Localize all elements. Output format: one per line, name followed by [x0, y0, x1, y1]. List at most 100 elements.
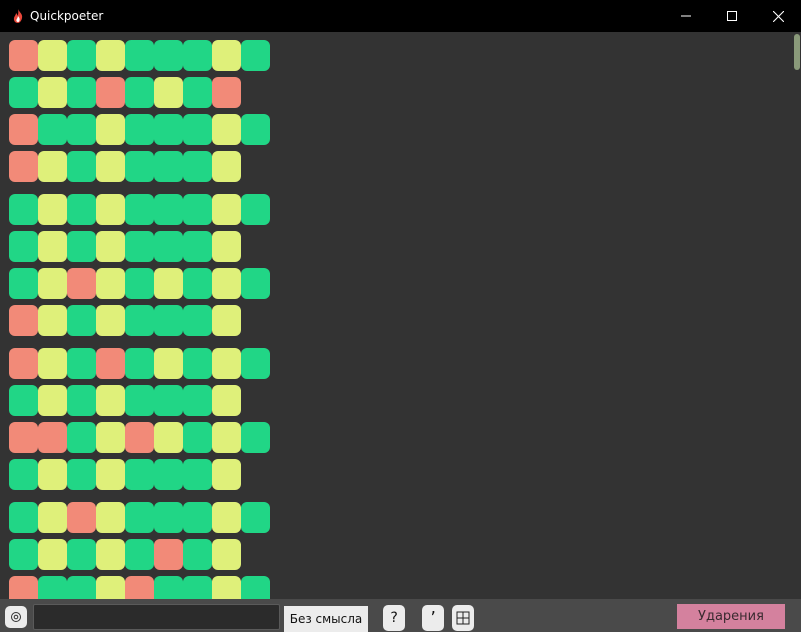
unstressed-syllable[interactable]	[183, 231, 212, 262]
ambiguous-syllable[interactable]	[154, 77, 183, 108]
unstressed-syllable[interactable]	[125, 459, 154, 490]
unstressed-syllable[interactable]	[38, 114, 67, 145]
ambiguous-syllable[interactable]	[154, 268, 183, 299]
unstressed-syllable[interactable]	[154, 194, 183, 225]
minimize-button[interactable]	[663, 0, 709, 32]
unstressed-syllable[interactable]	[9, 194, 38, 225]
unstressed-syllable[interactable]	[125, 539, 154, 570]
stressed-syllable[interactable]	[38, 422, 67, 453]
stressed-syllable[interactable]	[9, 305, 38, 336]
ambiguous-syllable[interactable]	[96, 151, 125, 182]
stressed-syllable[interactable]	[154, 539, 183, 570]
unstressed-syllable[interactable]	[154, 385, 183, 416]
unstressed-syllable[interactable]	[183, 305, 212, 336]
stressed-syllable[interactable]	[212, 77, 241, 108]
unstressed-syllable[interactable]	[125, 114, 154, 145]
stressed-syllable[interactable]	[9, 422, 38, 453]
ambiguous-syllable[interactable]	[212, 422, 241, 453]
unstressed-syllable[interactable]	[67, 77, 96, 108]
unstressed-syllable[interactable]	[125, 502, 154, 533]
stressed-syllable[interactable]	[9, 348, 38, 379]
ambiguous-syllable[interactable]	[96, 539, 125, 570]
unstressed-syllable[interactable]	[67, 305, 96, 336]
unstressed-syllable[interactable]	[67, 459, 96, 490]
ambiguous-syllable[interactable]	[38, 385, 67, 416]
stressed-syllable[interactable]	[9, 40, 38, 71]
ambiguous-syllable[interactable]	[38, 77, 67, 108]
unstressed-syllable[interactable]	[183, 40, 212, 71]
unstressed-syllable[interactable]	[183, 385, 212, 416]
unstressed-syllable[interactable]	[125, 40, 154, 71]
ambiguous-syllable[interactable]	[212, 305, 241, 336]
ambiguous-syllable[interactable]	[212, 194, 241, 225]
unstressed-syllable[interactable]	[183, 502, 212, 533]
ambiguous-syllable[interactable]	[96, 459, 125, 490]
ambiguous-syllable[interactable]	[38, 539, 67, 570]
ambiguous-syllable[interactable]	[212, 502, 241, 533]
maximize-button[interactable]	[709, 0, 755, 32]
unstressed-syllable[interactable]	[183, 151, 212, 182]
ambiguous-syllable[interactable]	[154, 422, 183, 453]
unstressed-syllable[interactable]	[67, 539, 96, 570]
unstressed-syllable[interactable]	[125, 194, 154, 225]
ambiguous-syllable[interactable]	[96, 502, 125, 533]
unstressed-syllable[interactable]	[154, 231, 183, 262]
unstressed-syllable[interactable]	[154, 151, 183, 182]
unstressed-syllable[interactable]	[154, 502, 183, 533]
unstressed-syllable[interactable]	[241, 348, 270, 379]
stress-button[interactable]: Ударения	[677, 604, 785, 629]
unstressed-syllable[interactable]	[183, 459, 212, 490]
unstressed-syllable[interactable]	[9, 77, 38, 108]
unstressed-syllable[interactable]	[241, 268, 270, 299]
unstressed-syllable[interactable]	[183, 194, 212, 225]
scrollbar-thumb[interactable]	[794, 34, 800, 70]
ambiguous-syllable[interactable]	[96, 194, 125, 225]
unstressed-syllable[interactable]	[9, 231, 38, 262]
ambiguous-syllable[interactable]	[96, 385, 125, 416]
unstressed-syllable[interactable]	[67, 151, 96, 182]
unstressed-syllable[interactable]	[183, 77, 212, 108]
ambiguous-syllable[interactable]	[38, 194, 67, 225]
unstressed-syllable[interactable]	[154, 305, 183, 336]
unstressed-syllable[interactable]	[241, 194, 270, 225]
unstressed-syllable[interactable]	[125, 231, 154, 262]
unstressed-syllable[interactable]	[241, 576, 270, 599]
ambiguous-syllable[interactable]	[38, 459, 67, 490]
unstressed-syllable[interactable]	[67, 40, 96, 71]
ambiguous-syllable[interactable]	[212, 40, 241, 71]
ambiguous-syllable[interactable]	[38, 151, 67, 182]
unstressed-syllable[interactable]	[183, 114, 212, 145]
stressed-syllable[interactable]	[67, 502, 96, 533]
ambiguous-syllable[interactable]	[38, 502, 67, 533]
unstressed-syllable[interactable]	[183, 268, 212, 299]
ambiguous-syllable[interactable]	[38, 348, 67, 379]
close-button[interactable]	[755, 0, 801, 32]
unstressed-syllable[interactable]	[67, 385, 96, 416]
unstressed-syllable[interactable]	[9, 385, 38, 416]
ambiguous-syllable[interactable]	[212, 459, 241, 490]
grid-toggle-button[interactable]	[452, 605, 474, 631]
ambiguous-syllable[interactable]	[96, 576, 125, 599]
unstressed-syllable[interactable]	[9, 268, 38, 299]
mode-button[interactable]: Без смысла	[284, 606, 368, 632]
ambiguous-syllable[interactable]	[212, 576, 241, 599]
unstressed-syllable[interactable]	[67, 422, 96, 453]
text-input[interactable]	[33, 604, 280, 630]
stressed-syllable[interactable]	[125, 576, 154, 599]
unstressed-syllable[interactable]	[67, 576, 96, 599]
ambiguous-syllable[interactable]	[96, 305, 125, 336]
unstressed-syllable[interactable]	[183, 539, 212, 570]
unstressed-syllable[interactable]	[9, 539, 38, 570]
stressed-syllable[interactable]	[96, 77, 125, 108]
stressed-syllable[interactable]	[9, 151, 38, 182]
ambiguous-syllable[interactable]	[212, 539, 241, 570]
ambiguous-syllable[interactable]	[96, 268, 125, 299]
ambiguous-syllable[interactable]	[38, 40, 67, 71]
ambiguous-syllable[interactable]	[38, 268, 67, 299]
apostrophe-button[interactable]: ’	[422, 605, 444, 631]
unstressed-syllable[interactable]	[67, 194, 96, 225]
stressed-syllable[interactable]	[96, 348, 125, 379]
unstressed-syllable[interactable]	[67, 348, 96, 379]
unstressed-syllable[interactable]	[125, 151, 154, 182]
unstressed-syllable[interactable]	[154, 114, 183, 145]
